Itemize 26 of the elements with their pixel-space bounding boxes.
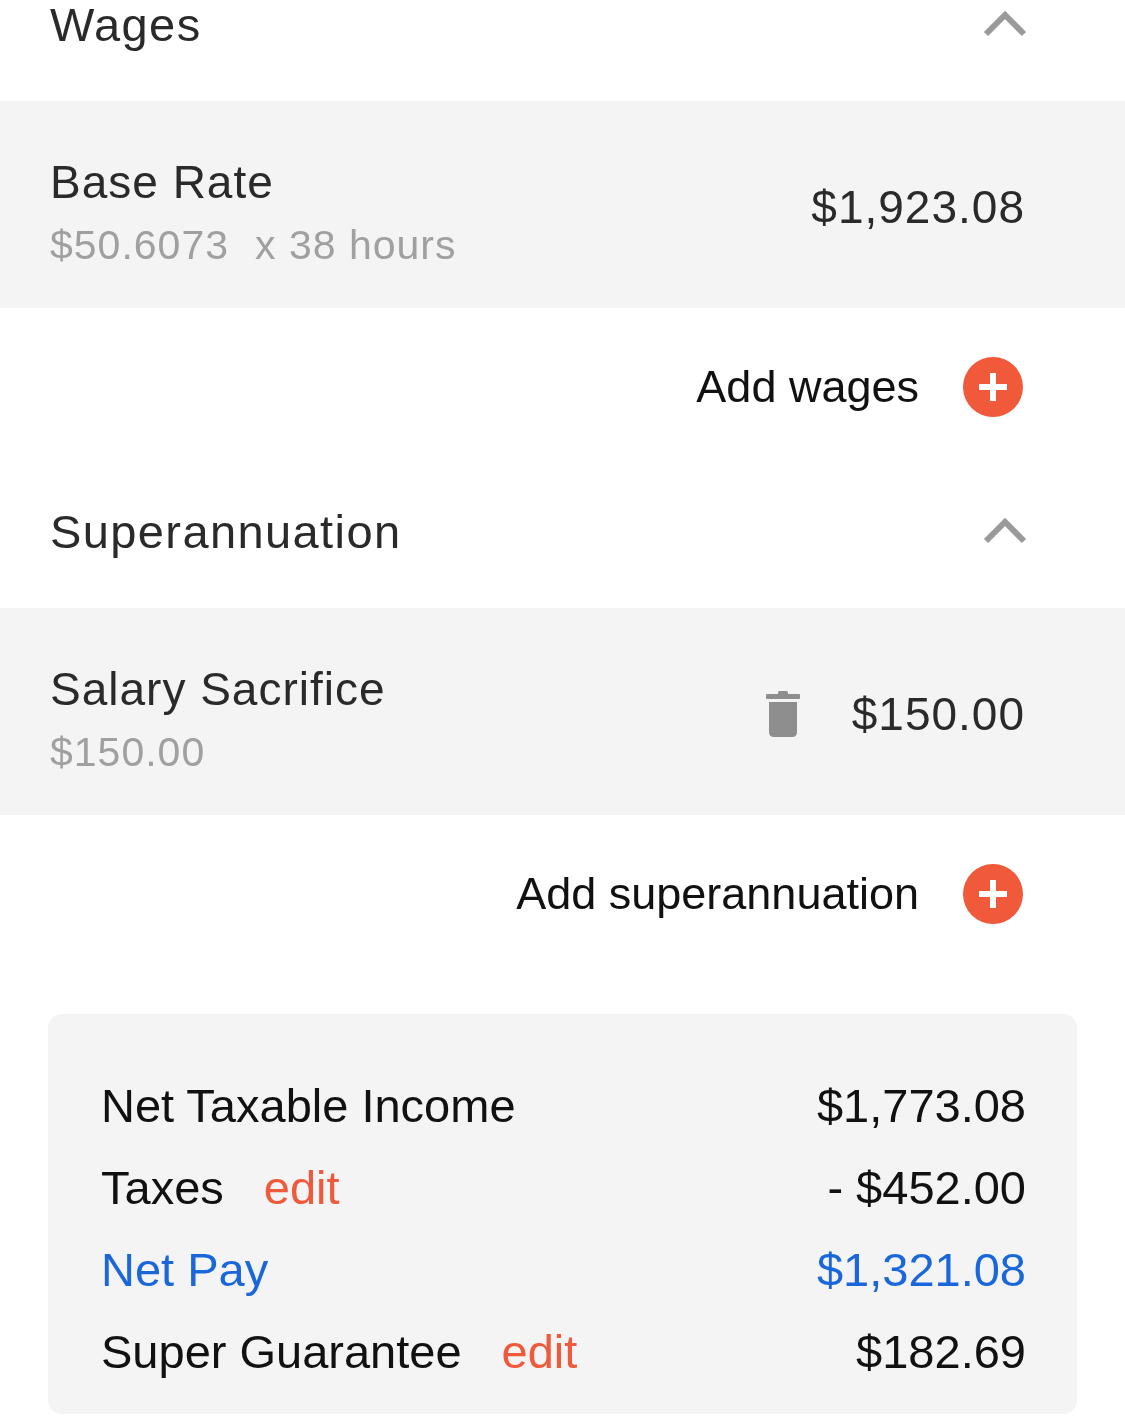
- summary-label: Taxes: [101, 1160, 224, 1216]
- item-row[interactable]: Salary Sacrifice $150.00 $150.00: [0, 608, 1125, 815]
- section-title: Superannuation: [50, 507, 402, 557]
- summary-label: Net Taxable Income: [101, 1078, 516, 1134]
- item-detail: $50.6073: [50, 221, 229, 270]
- plus-icon: [963, 864, 1023, 924]
- summary-value: - $452.00: [827, 1160, 1026, 1216]
- add-button[interactable]: Add wages: [696, 357, 1023, 417]
- item-amount: $150.00: [851, 687, 1025, 742]
- summary-value: $1,773.08: [816, 1078, 1026, 1134]
- section-title: Wages: [50, 0, 202, 50]
- item-detail: $150.00: [50, 728, 206, 777]
- add-button[interactable]: Add superannuation: [516, 864, 1023, 924]
- summary-value: $1,321.08: [816, 1242, 1026, 1298]
- summary-label: Net Pay: [101, 1242, 269, 1298]
- summary-value: $182.69: [856, 1324, 1026, 1380]
- item-detail: x 38 hours: [255, 221, 457, 270]
- plus-icon: [963, 357, 1023, 417]
- chevron-up-icon[interactable]: [982, 515, 1028, 545]
- summary-label: Super Guarantee: [101, 1324, 462, 1380]
- trash-icon[interactable]: [765, 691, 800, 737]
- item-row[interactable]: Base Rate $50.6073 x 38 hours $1,923.08: [0, 101, 1125, 308]
- chevron-up-icon[interactable]: [982, 8, 1028, 38]
- item-name: Salary Sacrifice: [50, 662, 386, 717]
- item-amount: $1,923.08: [811, 180, 1025, 235]
- item-name: Base Rate: [50, 155, 275, 210]
